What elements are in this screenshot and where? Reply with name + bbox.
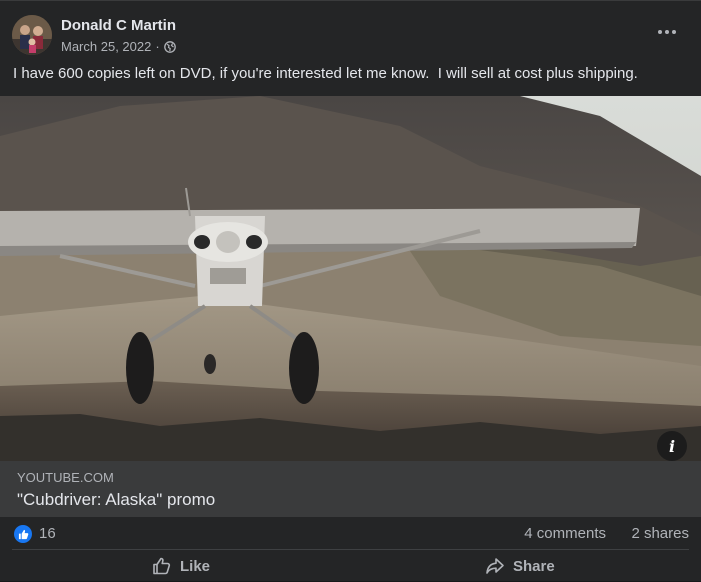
like-label: Like (180, 557, 211, 575)
avatar[interactable] (12, 15, 52, 55)
meta-separator: · (155, 39, 160, 54)
link-title[interactable]: "Cubdriver: Alaska" promo (17, 490, 215, 510)
post-text: I have 600 copies left on DVD, if you're… (13, 65, 638, 82)
post-card: Donald C Martin March 25, 2022 · I have … (0, 0, 701, 581)
more-options-icon[interactable] (653, 23, 681, 41)
video-thumbnail[interactable]: i (0, 96, 701, 461)
like-button[interactable]: Like (152, 551, 210, 581)
shares-count[interactable]: 2 shares (631, 525, 689, 542)
share-icon (486, 558, 504, 574)
action-bar: Like Share (12, 551, 689, 582)
reaction-count[interactable]: 16 (39, 525, 56, 542)
info-icon[interactable]: i (657, 431, 687, 461)
post-meta: March 25, 2022 · (61, 39, 176, 54)
link-domain: YOUTUBE.COM (17, 470, 114, 485)
divider (12, 549, 689, 550)
thumbs-up-icon (153, 557, 171, 575)
post-stats: 16 4 comments 2 shares (14, 524, 689, 544)
like-reaction-icon[interactable] (14, 525, 32, 543)
link-preview[interactable]: YOUTUBE.COM "Cubdriver: Alaska" promo (0, 461, 701, 517)
globe-icon (163, 40, 176, 53)
share-label: Share (513, 557, 555, 575)
comments-count[interactable]: 4 comments (524, 525, 606, 542)
post-date[interactable]: March 25, 2022 (61, 39, 151, 54)
share-button[interactable]: Share (485, 551, 555, 581)
post-header: Donald C Martin March 25, 2022 · (12, 15, 689, 59)
author-name[interactable]: Donald C Martin (61, 17, 176, 34)
